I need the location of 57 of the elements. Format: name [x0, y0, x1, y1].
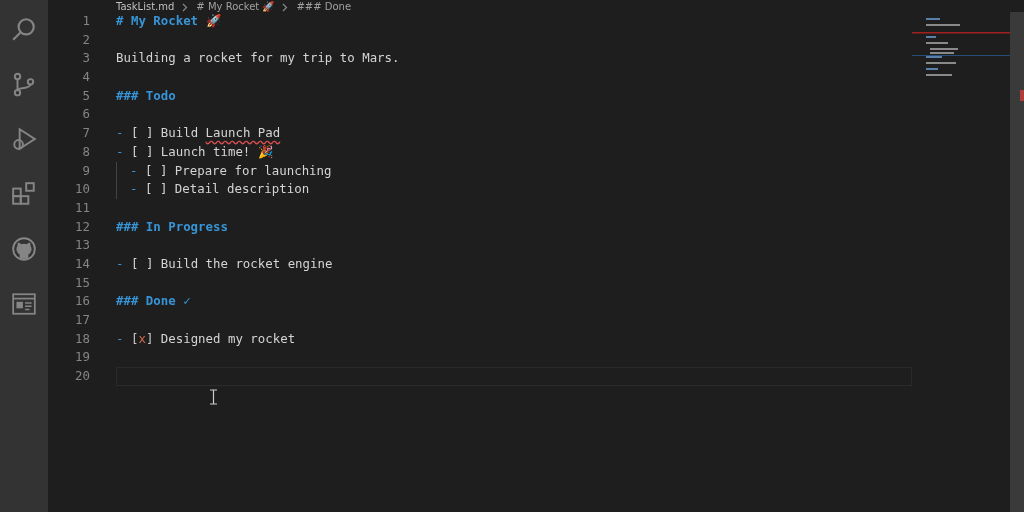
task-text: Launch time! 🎉: [160, 142, 273, 161]
list-marker: -: [116, 142, 124, 161]
line-number: 12: [74, 217, 90, 236]
line-number: 19: [74, 348, 90, 367]
line-number: 6: [81, 105, 90, 124]
list-marker: -: [130, 181, 138, 197]
task-text: Build the rocket engine: [160, 254, 333, 273]
list-marker: -: [116, 124, 124, 143]
text-cursor-icon: [209, 389, 218, 405]
list-marker: -: [130, 162, 138, 178]
line-number: 8: [81, 142, 90, 161]
line-number: 4: [81, 68, 90, 87]
chevron-icon: [182, 3, 189, 12]
task-text: Prepare for launching: [174, 162, 332, 178]
line-number: 9: [81, 161, 90, 180]
task-text: Detail description: [174, 181, 310, 197]
breadcrumb-item[interactable]: # My Rocket 🚀: [196, 2, 275, 12]
task-checkbox[interactable]: [ ]: [144, 181, 168, 197]
task-checkbox[interactable]: [x]: [130, 329, 154, 349]
line-number: 20: [74, 367, 90, 386]
chevron-icon: [282, 3, 289, 12]
breadcrumb-item[interactable]: ### Done: [296, 2, 352, 12]
paragraph-text: Building a rocket for my trip to Mars.: [116, 49, 400, 68]
search-icon[interactable]: [11, 16, 37, 42]
line-number: 15: [74, 273, 90, 292]
github-icon[interactable]: [11, 236, 37, 262]
task-checkbox[interactable]: [ ]: [130, 142, 154, 162]
line-number: 1: [81, 12, 90, 30]
line-number: 18: [74, 329, 90, 348]
misspelled-text: Launch Pad: [205, 124, 281, 143]
line-number: 2: [81, 30, 90, 49]
line-number: 3: [81, 49, 90, 68]
task-checkbox[interactable]: [ ]: [130, 254, 154, 274]
line-number: 14: [74, 254, 90, 273]
extensions-icon[interactable]: [11, 181, 37, 207]
line-number: 13: [74, 236, 90, 255]
line-number: 16: [74, 292, 90, 311]
line-number: 17: [74, 311, 90, 329]
task-checkbox[interactable]: [ ]: [144, 162, 168, 178]
preview-icon[interactable]: [11, 291, 37, 317]
list-marker: -: [116, 329, 124, 348]
task-text: Designed my rocket: [160, 329, 296, 348]
scrollbar[interactable]: [1010, 12, 1024, 512]
heading-text: ### Done ✓: [116, 292, 191, 311]
task-checkbox[interactable]: [ ]: [130, 124, 154, 143]
line-number: 11: [74, 198, 90, 217]
heading-text: # My Rocket 🚀: [116, 12, 221, 30]
breadcrumb-item[interactable]: TaskList.md: [116, 2, 175, 12]
line-number: 7: [81, 124, 90, 143]
source-control-icon[interactable]: [11, 71, 37, 97]
heading-text: ### In Progress: [116, 217, 228, 236]
line-number: 5: [81, 86, 90, 105]
list-marker: -: [116, 254, 124, 273]
heading-text: ### Todo: [116, 86, 176, 105]
task-text: Build: [160, 124, 199, 143]
run-debug-icon[interactable]: [11, 126, 37, 152]
line-number: 10: [74, 180, 90, 199]
